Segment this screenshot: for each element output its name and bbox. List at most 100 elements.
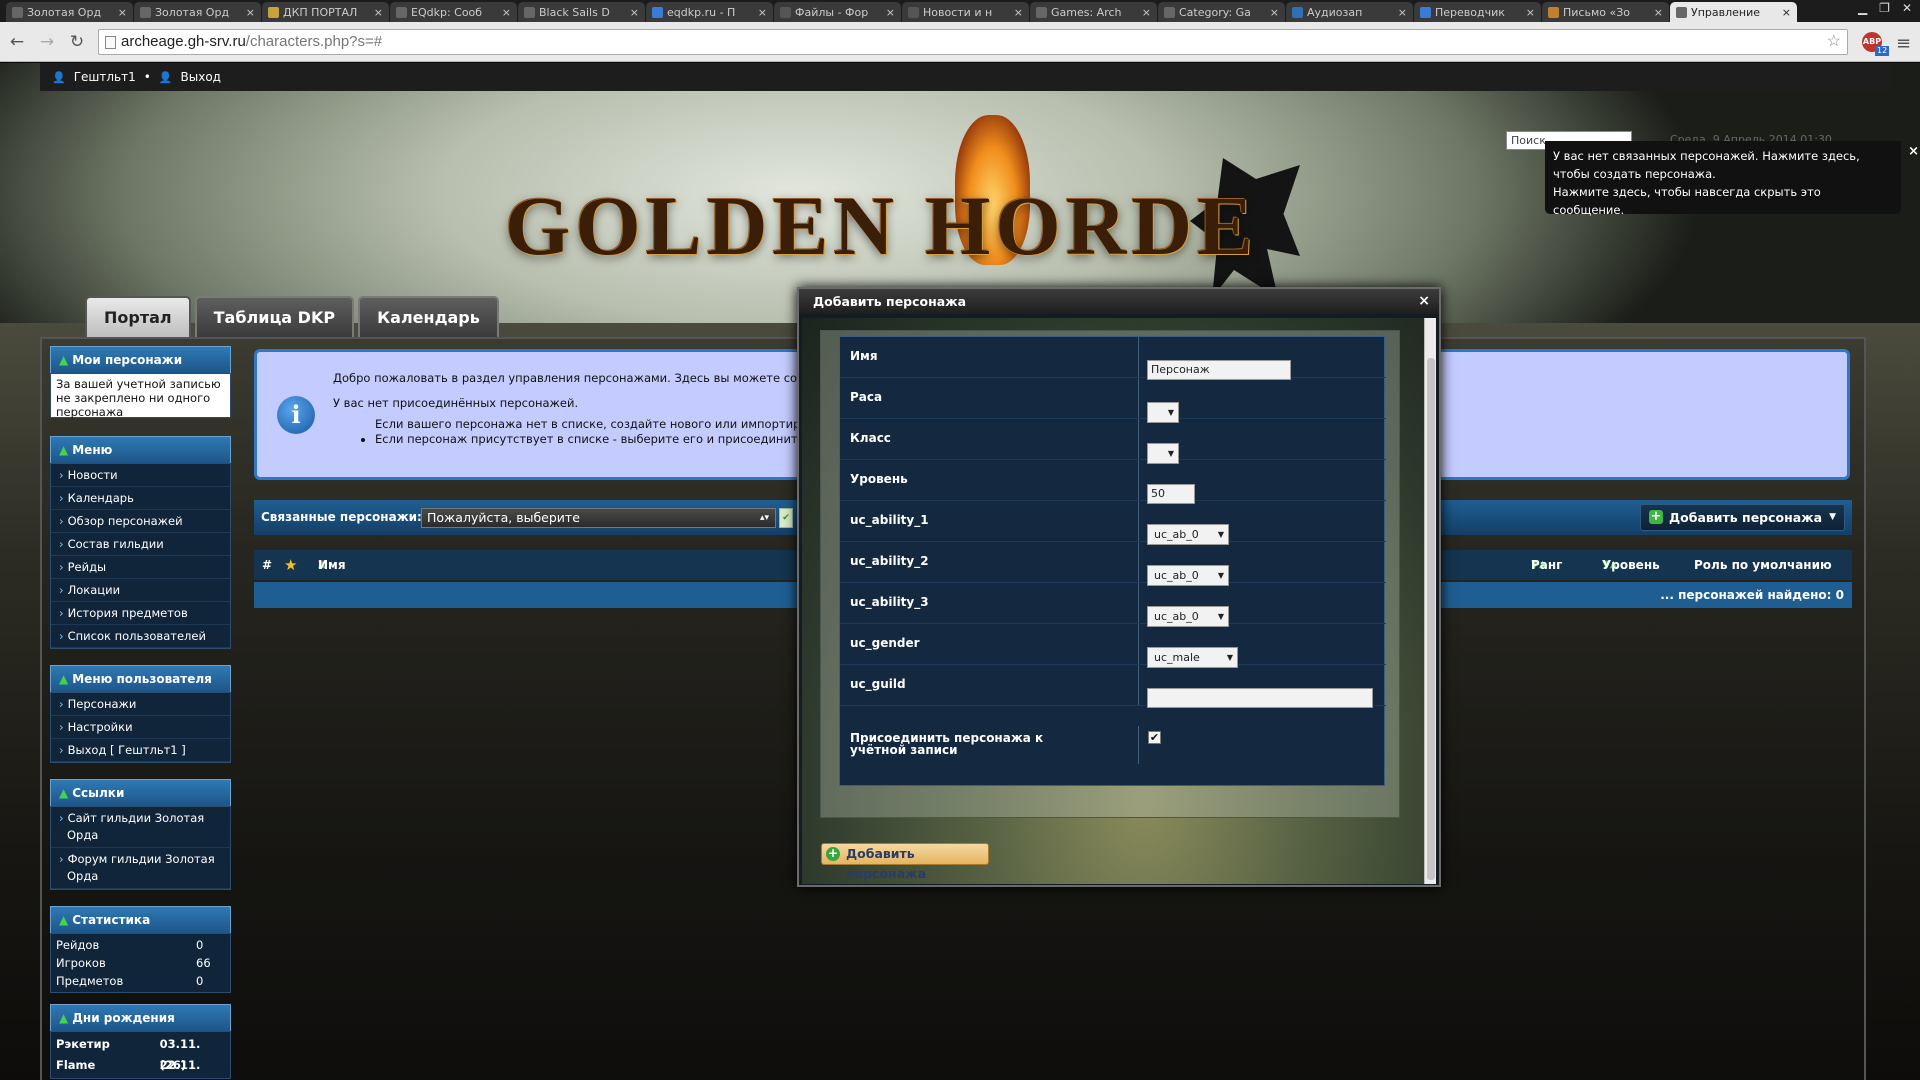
browser-tab[interactable]: Games: Arch × xyxy=(1030,2,1157,22)
ability-1-value: uc_ab_0 xyxy=(1154,528,1199,541)
browser-tab[interactable]: Управление × xyxy=(1670,2,1797,22)
sidebar-item-characters-overview[interactable]: Обзор персонажей xyxy=(51,510,230,533)
browser-tab[interactable]: Письмо «Зо × xyxy=(1542,2,1669,22)
tab-favicon-icon xyxy=(396,6,407,18)
tab-favicon-icon xyxy=(652,6,663,18)
tab-close-icon[interactable]: × xyxy=(1526,6,1535,19)
tab-close-icon[interactable]: × xyxy=(1142,6,1151,19)
browser-tab[interactable]: ДКП ПОРТАЛ × xyxy=(262,2,389,22)
tab-close-icon[interactable]: × xyxy=(246,6,255,19)
confirm-select-button[interactable]: ✔ xyxy=(779,508,793,528)
favorite-star-icon[interactable]: ★ xyxy=(284,550,297,580)
sidebar-title: Дни рождения xyxy=(72,1011,175,1025)
tab-close-icon[interactable]: × xyxy=(374,6,383,19)
tab-title: Category: Ga xyxy=(1179,5,1251,19)
sidebar-item-calendar[interactable]: Календарь xyxy=(51,487,230,510)
class-label: Класс xyxy=(850,431,891,445)
browser-tab[interactable]: Файлы - Фор × xyxy=(774,2,901,22)
tab-close-icon[interactable]: × xyxy=(1398,6,1407,19)
gender-label: uc_gender xyxy=(850,636,920,650)
race-label: Раса xyxy=(850,390,883,404)
sidebar-item-logout[interactable]: Выход [ Гештльт1 ] xyxy=(51,739,230,762)
sidebar-link-guild-site[interactable]: Сайт гильдии Золотая Орда xyxy=(51,807,230,848)
tab-close-icon[interactable]: × xyxy=(1014,6,1023,19)
url-bar[interactable]: archeage.gh-srv.ru/characters.php?s=# ☆ xyxy=(98,29,1848,55)
user-icon: 👤 xyxy=(52,70,66,84)
notification-line-1[interactable]: У вас нет связанных персонажей. Нажмите … xyxy=(1553,147,1893,165)
notification-popup[interactable]: У вас нет связанных персонажей. Нажмите … xyxy=(1545,141,1919,217)
sidebar-item-item-history[interactable]: История предметов xyxy=(51,602,230,625)
browser-tab[interactable]: Золотая Орд × xyxy=(6,2,133,22)
tab-title: ДКП ПОРТАЛ xyxy=(283,5,358,19)
birthday-name[interactable]: Рэкетир xyxy=(56,1034,160,1055)
name-input[interactable]: Персонаж xyxy=(1147,360,1291,380)
row-divider xyxy=(1138,337,1139,377)
sidebar-title: Ссылки xyxy=(72,786,125,800)
attach-checkbox[interactable]: ✔ xyxy=(1148,731,1161,744)
browser-tab[interactable]: Аудиозап × xyxy=(1286,2,1413,22)
form-row-race: Раса ▼ xyxy=(840,378,1386,423)
select-value: Пожалуйста, выберите xyxy=(427,510,580,525)
browser-menu-icon[interactable]: ≡ xyxy=(1896,33,1911,54)
submit-add-character-button[interactable]: + Добавить персонажа xyxy=(821,843,989,881)
sidebar-item-locations[interactable]: Локации xyxy=(51,579,230,602)
stat-label: Рейдов xyxy=(56,938,100,952)
birthday-row: Рэкетир 03.11. (26) xyxy=(51,1034,230,1072)
reload-icon[interactable]: ↻ xyxy=(64,32,90,52)
tab-close-icon[interactable]: × xyxy=(886,6,895,19)
info-bullet-list: Если персонаж присутствует в списке - вы… xyxy=(375,432,815,446)
form-row-class: Класс ▼ xyxy=(840,419,1386,464)
notification-line-2[interactable]: чтобы создать персонажа. xyxy=(1553,165,1893,183)
tab-title: Black Sails D xyxy=(539,5,610,19)
logout-link[interactable]: Выход xyxy=(181,70,221,84)
add-character-button[interactable]: + Добавить персонажа ▼ xyxy=(1640,504,1845,531)
sidebar-item-guild-roster[interactable]: Состав гильдии xyxy=(51,533,230,556)
tab-close-icon[interactable]: × xyxy=(118,6,127,19)
dialog-scrollbar[interactable] xyxy=(1424,318,1436,884)
sidebar-item-raids[interactable]: Рейды xyxy=(51,556,230,579)
close-window-icon[interactable]: ✕ xyxy=(1902,0,1912,16)
sidebar-links: ▲Ссылки Сайт гильдии Золотая Орда Форум … xyxy=(50,779,231,890)
dialog-close-icon[interactable]: × xyxy=(1418,289,1430,314)
guild-input[interactable] xyxy=(1147,688,1373,708)
sidebar-item-settings[interactable]: Настройки xyxy=(51,716,230,739)
tab-close-icon[interactable]: × xyxy=(630,6,639,19)
forward-icon[interactable]: → xyxy=(34,32,60,52)
sidebar-item-characters[interactable]: Персонажи xyxy=(51,693,230,716)
sidebar-link-guild-forum[interactable]: Форум гильдии Золотая Орда xyxy=(51,848,230,889)
restore-icon[interactable]: ❐ xyxy=(1879,0,1890,16)
browser-tab[interactable]: EQdkp: Сооб × xyxy=(390,2,517,22)
sidebar-header: ▲ Меню пользователя xyxy=(50,665,231,692)
sidebar-my-characters: ▲ Мои персонажи За вашей учетной записью … xyxy=(50,346,231,419)
sidebar-title: Статистика xyxy=(72,913,151,927)
tab-dkp-table[interactable]: Таблица DKP xyxy=(194,296,355,338)
form-row-level: Уровень 50 xyxy=(840,460,1386,504)
linked-characters-select[interactable]: Пожалуйста, выберите ▴▾ xyxy=(421,508,776,528)
tab-close-icon[interactable]: × xyxy=(1654,6,1663,19)
tab-portal[interactable]: Портал xyxy=(85,296,191,338)
no-characters-text: За вашей учетной записью не закреплено н… xyxy=(51,374,230,419)
browser-tab[interactable]: eqdkp.ru - П × xyxy=(646,2,773,22)
birthday-name[interactable]: Flame xyxy=(56,1055,160,1076)
back-icon[interactable]: ← xyxy=(4,32,30,52)
browser-tab[interactable]: Новости и н × xyxy=(902,2,1029,22)
sidebar-item-news[interactable]: Новости xyxy=(51,464,230,487)
tab-close-icon[interactable]: × xyxy=(1782,6,1791,19)
scrollbar-thumb[interactable] xyxy=(1427,358,1435,880)
sidebar-item-user-list[interactable]: Список пользователей xyxy=(51,625,230,648)
browser-tab[interactable]: Золотая Орд × xyxy=(134,2,261,22)
username-link[interactable]: Гештльт1 xyxy=(74,70,136,84)
browser-tab[interactable]: Category: Ga × xyxy=(1158,2,1285,22)
tab-close-icon[interactable]: × xyxy=(1270,6,1279,19)
tab-close-icon[interactable]: × xyxy=(502,6,511,19)
browser-tab[interactable]: Black Sails D × xyxy=(518,2,645,22)
minimize-icon[interactable]: ▁ xyxy=(1858,0,1867,16)
arrow-up-icon: ▲ xyxy=(59,672,69,686)
browser-tab[interactable]: Переводчик × xyxy=(1414,2,1541,22)
tab-favicon-icon xyxy=(1420,6,1431,18)
bookmark-star-icon[interactable]: ☆ xyxy=(1827,30,1841,54)
tab-close-icon[interactable]: × xyxy=(758,6,767,19)
tab-calendar[interactable]: Календарь xyxy=(358,296,499,338)
notification-line-3[interactable]: Нажмите здесь, чтобы навсегда скрыть это… xyxy=(1553,183,1893,219)
notification-close-icon[interactable]: × xyxy=(1908,143,1919,161)
